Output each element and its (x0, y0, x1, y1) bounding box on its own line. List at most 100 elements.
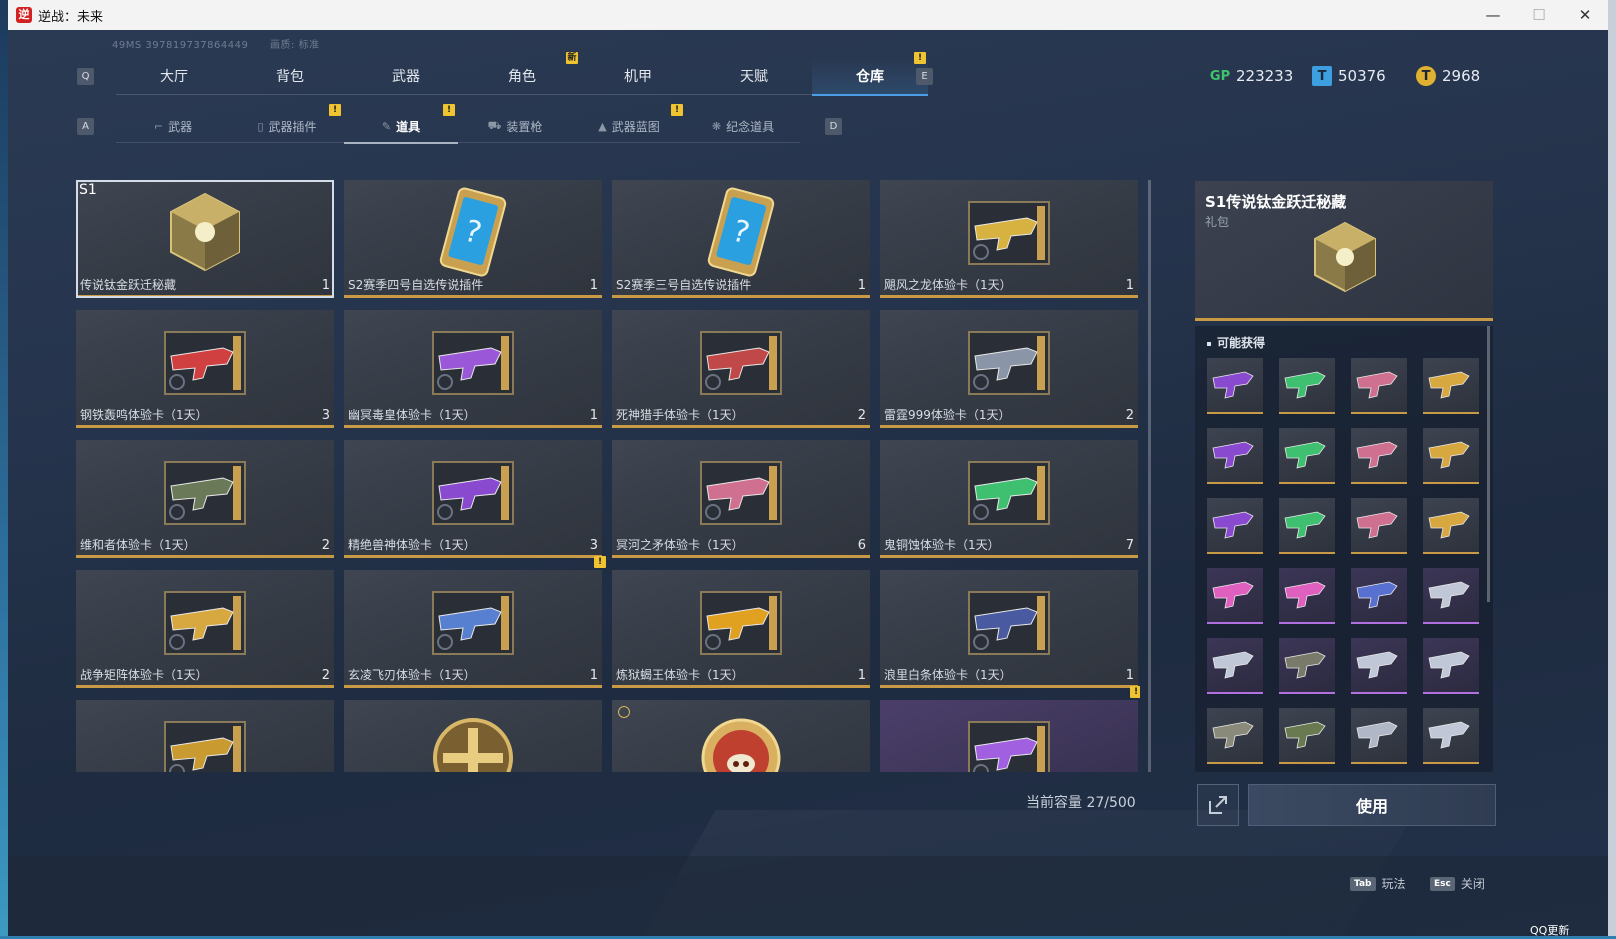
tab-4[interactable]: 机甲 (580, 58, 696, 95)
item-card[interactable]: 飓风之龙体验卡（1天） 1 (880, 180, 1138, 298)
reward-item[interactable] (1351, 358, 1407, 414)
grid-scrollbar[interactable] (1148, 180, 1151, 772)
key-hint-d: D (825, 118, 842, 135)
item-card[interactable] (344, 700, 602, 772)
item-card[interactable]: S1 传说钛金跃迁秘藏 1 (76, 180, 334, 298)
item-art (699, 590, 783, 660)
item-card[interactable]: 死神猎手体验卡（1天） 2 (612, 310, 870, 428)
reward-item[interactable] (1351, 498, 1407, 554)
item-card[interactable]: ? S2赛季四号自选传说插件 1 (344, 180, 602, 298)
reward-item[interactable] (1279, 568, 1335, 624)
hint-esc[interactable]: Esc 关闭 (1430, 875, 1485, 892)
item-count: 1 (1125, 668, 1134, 683)
reward-weapon-icon (1284, 581, 1326, 609)
maximize-button[interactable]: ☐ (1516, 0, 1562, 30)
reward-item[interactable] (1279, 638, 1335, 694)
minimize-button[interactable]: — (1470, 0, 1516, 30)
tab-0[interactable]: 大厅 (116, 58, 232, 95)
use-button[interactable]: 使用 (1248, 784, 1496, 826)
item-art (967, 460, 1051, 530)
currency-1: T 50376 (1312, 66, 1386, 86)
gun-icon: ⌐ (153, 119, 164, 133)
reward-item[interactable] (1207, 638, 1263, 694)
item-card[interactable]: 精绝兽神体验卡（1天） 3 (344, 440, 602, 558)
reward-item[interactable] (1207, 428, 1263, 484)
tab-key: Tab (1350, 876, 1376, 891)
item-card[interactable]: ? S2赛季三号自选传说插件 1 (612, 180, 870, 298)
tab-label: 角色 (508, 69, 536, 85)
item-art (431, 330, 515, 400)
tab-3[interactable]: 角色 新 (464, 52, 580, 95)
item-art (967, 720, 1051, 772)
reward-item[interactable] (1207, 708, 1263, 764)
export-button[interactable] (1197, 784, 1239, 826)
rewards-scrollbar[interactable] (1487, 326, 1490, 602)
reward-item[interactable] (1423, 568, 1479, 624)
item-art (163, 190, 247, 278)
reward-item[interactable] (1279, 358, 1335, 414)
item-card[interactable]: 雷霆999体验卡（1天） 2 (880, 310, 1138, 428)
reward-item[interactable] (1423, 638, 1479, 694)
item-card[interactable]: 幽冥毒皇体验卡（1天） 1 (344, 310, 602, 428)
currency-value: 2968 (1442, 67, 1481, 85)
tab-label: 武器 (392, 69, 420, 85)
detail-title: S1传说钛金跃迁秘藏 (1205, 193, 1347, 211)
quality-readout: 画质: 标准 (270, 40, 320, 51)
reward-item[interactable] (1351, 638, 1407, 694)
item-card[interactable]: 炼狱蝎王体验卡（1天） 1 (612, 570, 870, 688)
reward-item[interactable] (1423, 708, 1479, 764)
close-button[interactable]: ✕ (1562, 0, 1608, 30)
subtab-4[interactable]: ▲ 武器蓝图! (572, 104, 686, 143)
item-card[interactable]: 鬼铜蚀体验卡（1天） 7 (880, 440, 1138, 558)
item-card[interactable] (612, 700, 870, 772)
hint-tab[interactable]: Tab 玩法 (1350, 875, 1406, 892)
subtab-3[interactable]: ⛟ 装置枪 (458, 110, 572, 143)
item-card[interactable]: 战争矩阵体验卡（1天） 2 (76, 570, 334, 688)
reward-weapon-icon (1212, 441, 1254, 469)
ping-readout: 49MS 397819737864449 (112, 40, 249, 51)
item-count: 2 (1125, 408, 1134, 423)
reward-item[interactable] (1279, 498, 1335, 554)
reward-item[interactable] (1207, 358, 1263, 414)
subtab-5[interactable]: ❋ 纪念道具 (686, 110, 800, 143)
key-hint-a: A (77, 118, 94, 135)
reward-weapon-icon (1356, 441, 1398, 469)
item-card[interactable]: 冥河之矛体验卡（1天） 6 (612, 440, 870, 558)
item-card[interactable] (76, 700, 334, 772)
subtab-label: 装置枪 (506, 119, 543, 134)
season-tag: S1 (79, 182, 97, 198)
reward-item[interactable] (1279, 428, 1335, 484)
tab-1[interactable]: 背包 (232, 58, 348, 95)
subtab-label: 道具 (396, 119, 421, 134)
tab-5[interactable]: 天赋 (696, 58, 812, 95)
reward-item[interactable] (1423, 498, 1479, 554)
item-name: 死神猎手体验卡（1天） (616, 408, 744, 422)
tab-badge: ! (914, 52, 926, 64)
item-name: 钢铁轰鸣体验卡（1天） (80, 408, 208, 422)
reward-item[interactable] (1351, 708, 1407, 764)
reward-item[interactable] (1351, 568, 1407, 624)
reward-item[interactable] (1279, 708, 1335, 764)
reward-item[interactable] (1207, 498, 1263, 554)
item-card[interactable]: ! (880, 686, 1140, 772)
item-card[interactable]: 浪里白条体验卡（1天） 1 (880, 570, 1138, 688)
reward-weapon-icon (1212, 721, 1254, 749)
item-name: 精绝兽神体验卡（1天） (348, 538, 476, 552)
tab-6[interactable]: 仓库! (812, 52, 928, 96)
subtab-2[interactable]: ✎ 道具! (344, 104, 458, 144)
subtab-0[interactable]: ⌐ 武器 (116, 110, 230, 143)
reward-item[interactable] (1423, 428, 1479, 484)
rewards-title: 可能获得 (1207, 334, 1265, 351)
reward-item[interactable] (1351, 428, 1407, 484)
item-name: 冥河之矛体验卡（1天） (616, 538, 744, 552)
item-card[interactable]: 玄凌飞刃体验卡（1天） 1! (344, 556, 606, 688)
tab-2[interactable]: 武器 (348, 58, 464, 95)
reward-item[interactable] (1207, 568, 1263, 624)
weapon-icon (164, 331, 246, 395)
subtab-1[interactable]: ▯ 武器插件! (230, 104, 344, 143)
item-card[interactable]: 钢铁轰鸣体验卡（1天） 3 (76, 310, 334, 428)
item-card[interactable]: 维和者体验卡（1天） 2 (76, 440, 334, 558)
reward-item[interactable] (1423, 358, 1479, 414)
status-line: 49MS 397819737864449 画质: 标准 (112, 36, 320, 51)
esc-key: Esc (1430, 876, 1455, 891)
